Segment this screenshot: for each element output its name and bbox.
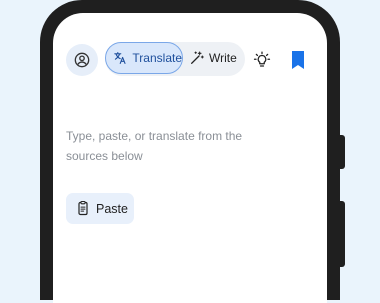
paste-label: Paste (96, 201, 128, 216)
tab-write-label: Write (209, 51, 237, 65)
mode-switcher: Translate Write (105, 42, 245, 76)
tab-write[interactable]: Write (189, 42, 237, 74)
paste-button[interactable]: Paste (66, 193, 134, 224)
app-screen: Translate Write Type, paste, or translat… (53, 13, 327, 303)
magic-wand-icon (191, 51, 204, 64)
account-circle-icon (74, 52, 90, 68)
translate-icon (114, 52, 126, 64)
clipboard-icon (78, 200, 88, 216)
phone-volume-button (340, 201, 345, 267)
tab-translate[interactable]: Translate (105, 42, 183, 74)
text-input[interactable]: Type, paste, or translate from the sourc… (66, 126, 286, 166)
phone-side-button (340, 135, 345, 169)
account-button[interactable] (66, 44, 98, 76)
tab-translate-label: Translate (132, 51, 182, 65)
bookmark-icon[interactable] (290, 50, 306, 70)
lightbulb-icon[interactable] (253, 51, 271, 69)
